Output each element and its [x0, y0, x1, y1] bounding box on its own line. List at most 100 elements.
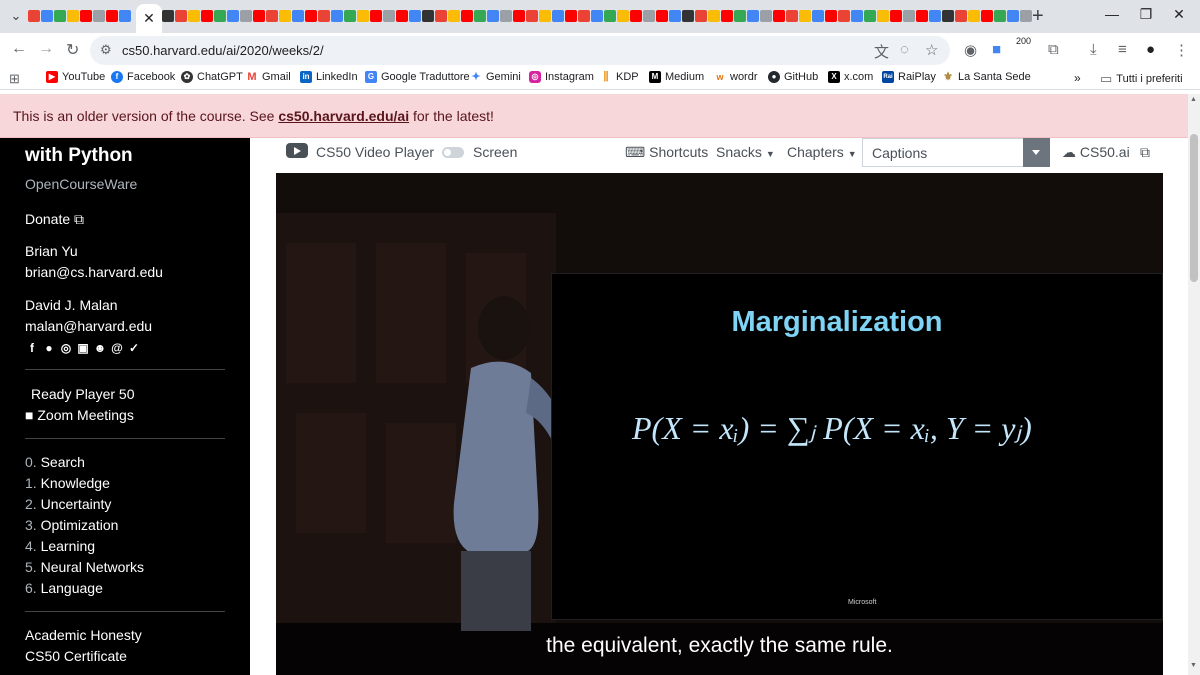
tab-favicon[interactable]	[279, 10, 291, 22]
shortcuts-button[interactable]: ⌨ Shortcuts	[625, 144, 708, 161]
extension-drive-icon[interactable]: ■	[992, 41, 1001, 58]
tab-favicon[interactable]	[201, 10, 213, 22]
tab-favicon[interactable]	[760, 10, 772, 22]
tab-favicon[interactable]	[162, 10, 174, 22]
instructor-email[interactable]: brian@cs.harvard.edu	[25, 264, 163, 280]
tab-favicon[interactable]	[929, 10, 941, 22]
tab-search-button[interactable]: ⌄	[4, 4, 28, 28]
bookmark-facebook[interactable]: f Facebook	[111, 71, 175, 83]
new-tab-button[interactable]: +	[1032, 5, 1044, 28]
tab-favicon[interactable]	[93, 10, 105, 22]
tab-favicon[interactable]	[604, 10, 616, 22]
bookmark-x[interactable]: Xx.com	[828, 71, 873, 83]
tab-favicon[interactable]	[54, 10, 66, 22]
tab-favicon[interactable]	[942, 10, 954, 22]
tab-favicon[interactable]	[41, 10, 53, 22]
tab-favicon[interactable]	[968, 10, 980, 22]
donate-link[interactable]: Donate ⧉	[25, 211, 84, 228]
tab-favicon[interactable]	[80, 10, 92, 22]
close-window-button[interactable]: ✕	[1168, 6, 1190, 23]
back-button[interactable]: ←	[11, 40, 27, 58]
restore-button[interactable]: ❐	[1135, 6, 1157, 23]
threads-icon[interactable]: @	[110, 341, 124, 355]
tab-strip[interactable]	[28, 6, 1033, 26]
tab-favicon[interactable]	[188, 10, 200, 22]
captions-select[interactable]: Captions	[862, 138, 1049, 167]
tab-favicon[interactable]	[747, 10, 759, 22]
tab-favicon[interactable]	[175, 10, 187, 22]
address-bar[interactable]: ⚙ cs50.harvard.edu/ai/2020/weeks/2/ 文 ◌ …	[90, 36, 950, 65]
tab-favicon[interactable]	[617, 10, 629, 22]
tab-favicon[interactable]	[357, 10, 369, 22]
tab-favicon[interactable]	[1007, 10, 1019, 22]
tab-favicon[interactable]	[682, 10, 694, 22]
tab-favicon[interactable]	[591, 10, 603, 22]
reading-list-icon[interactable]: ≡	[1118, 41, 1127, 58]
bookmark-instagram[interactable]: ◎ Instagram	[529, 71, 594, 83]
tab-favicon[interactable]	[240, 10, 252, 22]
scroll-up-arrow[interactable]: ▲	[1190, 96, 1197, 103]
reddit-icon[interactable]: ☻	[93, 341, 107, 355]
tab-favicon[interactable]	[292, 10, 304, 22]
sidebar-lecture-search[interactable]: 0. Search	[25, 454, 85, 470]
bookmark-kdp[interactable]: ⫼ KDP	[600, 71, 639, 83]
cs50ai-button[interactable]: ☁ CS50.ai	[1062, 144, 1130, 161]
tab-favicon[interactable]	[578, 10, 590, 22]
bookmark-medium[interactable]: M Medium	[649, 71, 704, 83]
tab-favicon[interactable]	[331, 10, 343, 22]
tab-favicon[interactable]	[435, 10, 447, 22]
tab-favicon[interactable]	[630, 10, 642, 22]
instructor-email[interactable]: malan@harvard.edu	[25, 318, 152, 334]
facebook-icon[interactable]: f	[25, 341, 39, 355]
tab-favicon[interactable]	[890, 10, 902, 22]
tab-favicon[interactable]	[305, 10, 317, 22]
sidebar-lecture-neural-networks[interactable]: 5. Neural Networks	[25, 559, 144, 575]
tab-favicon[interactable]	[344, 10, 356, 22]
tab-favicon[interactable]	[539, 10, 551, 22]
bookmarks-overflow-button[interactable]: »	[1074, 71, 1081, 85]
profile-avatar[interactable]: ●	[1146, 41, 1155, 58]
linkedin-icon[interactable]: ▣	[76, 341, 90, 355]
tab-favicon[interactable]	[877, 10, 889, 22]
tab-favicon[interactable]	[695, 10, 707, 22]
tab-favicon[interactable]	[656, 10, 668, 22]
tab-favicon[interactable]	[28, 10, 40, 22]
video-frame[interactable]: Marginalization P(X = xᵢ) = ∑ⱼ P(X = xᵢ,…	[276, 173, 1163, 675]
bookmark-wordr[interactable]: w wordr	[714, 71, 758, 83]
translate-icon[interactable]: 文	[874, 41, 889, 62]
snacks-dropdown[interactable]: Snacks ▼	[716, 144, 775, 160]
menu-icon[interactable]: ⋮	[1174, 41, 1189, 59]
bookmark-youtube[interactable]: ▶ YouTube	[46, 71, 105, 83]
tab-favicon[interactable]	[1020, 10, 1032, 22]
tab-favicon[interactable]	[669, 10, 681, 22]
tab-favicon[interactable]	[799, 10, 811, 22]
tab-favicon[interactable]	[565, 10, 577, 22]
tab-favicon[interactable]	[253, 10, 265, 22]
tab-favicon[interactable]	[214, 10, 226, 22]
external-link-icon[interactable]: ⧉	[1140, 144, 1150, 161]
tab-favicon[interactable]	[773, 10, 785, 22]
latest-course-link[interactable]: cs50.harvard.edu/ai	[278, 108, 409, 124]
bookmark-google-translate[interactable]: G Google Traduttore	[365, 71, 470, 83]
sidebar-item-academic-honesty[interactable]: Academic Honesty	[25, 627, 142, 643]
tab-favicon[interactable]	[825, 10, 837, 22]
tab-favicon[interactable]	[513, 10, 525, 22]
tab-favicon[interactable]	[734, 10, 746, 22]
all-bookmarks-folder[interactable]: ▭ Tutti i preferiti	[1100, 71, 1183, 87]
tab-favicon[interactable]	[526, 10, 538, 22]
instagram-icon[interactable]: ◎	[59, 341, 73, 355]
tab-favicon[interactable]	[812, 10, 824, 22]
tab-favicon[interactable]	[448, 10, 460, 22]
tab-favicon[interactable]	[500, 10, 512, 22]
sidebar-lecture-language[interactable]: 6. Language	[25, 580, 103, 596]
tab-favicon[interactable]	[916, 10, 928, 22]
reload-button[interactable]: ↻	[66, 40, 79, 60]
tab-favicon[interactable]	[864, 10, 876, 22]
scroll-down-arrow[interactable]: ▼	[1190, 662, 1197, 669]
sidebar-item-ready-player-50[interactable]: Ready Player 50	[31, 386, 135, 402]
download-icon[interactable]: ⤓	[1090, 41, 1097, 58]
bookmark-chatgpt[interactable]: ✿ ChatGPT	[181, 71, 243, 83]
tab-favicon[interactable]	[994, 10, 1006, 22]
scrollbar-thumb[interactable]	[1190, 134, 1198, 282]
tab-favicon[interactable]	[903, 10, 915, 22]
